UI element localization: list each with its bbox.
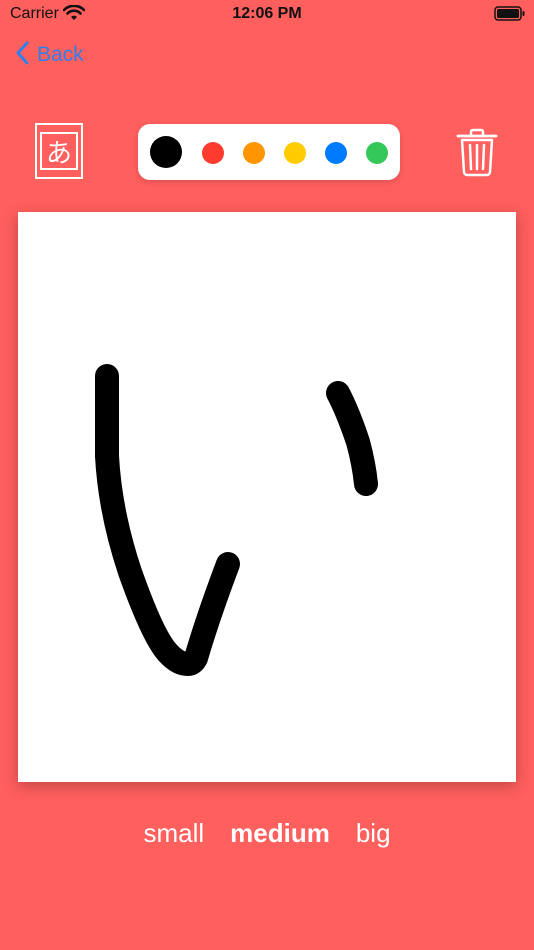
brush-size-selector: small medium big [0, 818, 534, 849]
trash-icon [455, 128, 499, 182]
ink-stroke [95, 364, 240, 676]
back-label: Back [37, 43, 84, 66]
color-red-button[interactable] [202, 142, 224, 164]
ink-stroke [326, 381, 378, 496]
size-medium-option[interactable]: medium [230, 818, 330, 849]
status-bar: Carrier 12:06 PM [0, 0, 534, 30]
battery-icon [494, 6, 526, 27]
color-green-button[interactable] [366, 142, 388, 164]
status-time: 12:06 PM [232, 5, 302, 22]
color-palette [138, 124, 400, 180]
color-yellow-button[interactable] [284, 142, 306, 164]
drawing-canvas[interactable] [18, 212, 516, 782]
kana-toggle-button[interactable]: あ [35, 123, 83, 179]
size-small-option[interactable]: small [143, 818, 204, 849]
color-orange-button[interactable] [243, 142, 265, 164]
back-button[interactable]: Back [15, 38, 84, 72]
kana-label: あ [40, 132, 78, 170]
chevron-left-icon [15, 41, 29, 70]
size-big-option[interactable]: big [356, 818, 391, 849]
clear-button[interactable] [455, 128, 499, 178]
color-black-button[interactable] [150, 136, 182, 168]
color-blue-button[interactable] [325, 142, 347, 164]
